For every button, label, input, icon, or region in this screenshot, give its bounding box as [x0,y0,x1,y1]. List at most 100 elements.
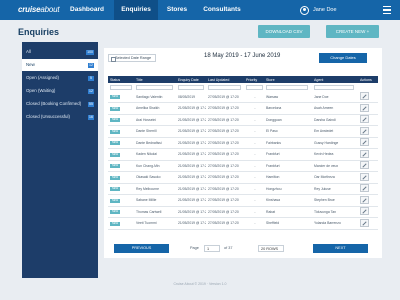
edit-icon[interactable] [360,126,369,135]
sidebar-item-all[interactable]: All 100 [22,46,98,58]
edit-icon[interactable] [360,115,369,124]
table-row[interactable]: NEW Kaden Nikolai 21/05/2019 @ 17:20 27/05/… [108,148,378,161]
user-avatar-icon [300,5,309,15]
filter-input-status[interactable] [110,84,133,90]
edit-icon[interactable] [360,161,369,170]
next-page-button[interactable]: NEXT [313,244,368,253]
create-new-button[interactable]: CREATE NEW + [326,25,379,38]
plus-icon: + [366,29,370,34]
hamburger-menu-icon[interactable] [383,6,391,14]
footer-text: Cruise About © 2019 · Version 1.0 [173,282,227,286]
edit-icon[interactable] [360,92,369,100]
priority-cell: - [244,206,264,218]
store-cell: Frankfurt [264,148,312,161]
actions-cell [358,183,378,195]
rows-per-page-select[interactable]: 20 ROWS [258,245,284,252]
count-badge: 16 [88,114,94,120]
sidebar-item-open-waiting[interactable]: Open (Waiting) 12 [22,85,98,97]
agent-cell: Yolanda Barrenzo [312,217,358,230]
page-total: of 37 [224,246,233,250]
column-header-store[interactable]: Store [264,76,312,83]
selected-date-range-label: Selected Date Range [108,54,156,62]
brand-logo[interactable]: cruiseabout [18,5,60,14]
top-navigation-bar: cruiseabout Dashboard Enquiries Stores C… [0,0,400,20]
sidebar-item-closed-unsuccessful[interactable]: Closed (Unsuccessful) 16 [22,111,98,123]
store-cell: El Paso [264,125,312,138]
nav-tab-stores[interactable]: Stores [158,0,196,20]
table-row[interactable]: NEW Rey Melbourne 21/05/2019 @ 17:20 27/05/… [108,183,378,195]
filter-input-enquiry-date[interactable] [178,84,204,90]
table-row[interactable]: NEW Kun Chang-Min 21/05/2019 @ 17:20 27/05/… [108,160,378,172]
priority-cell: - [244,137,264,149]
table-row[interactable]: NEW Veeti Tuommi 21/05/2019 @ 17:20 27/05/2… [108,217,378,230]
user-menu[interactable]: Jane Doe [300,0,337,20]
store-cell: Warsaw [264,91,312,103]
enquiry-date-cell: 21/05/2019 @ 17:20 [176,171,206,184]
column-header-enquiry-date[interactable]: Enquiry Date [176,76,206,83]
column-header-last-updated[interactable]: Last Updated [206,76,244,83]
status-cell: NEW [108,217,134,230]
column-header-status[interactable]: Status [108,76,134,83]
page-label: Page [190,246,199,250]
table-row[interactable]: NEW Amelika Shaikh 21/05/2019 @ 17:20 27/05… [108,102,378,115]
priority-cell: - [244,183,264,195]
edit-icon[interactable] [360,103,369,112]
table-row[interactable]: NEW Okasaki Sasuko 21/05/2019 @ 17:20 27/05… [108,171,378,184]
table-row[interactable]: NEW Thomas Cartwell 21/05/2019 @ 17:20 27/0… [108,206,378,218]
sidebar-item-closed-confirmed[interactable]: Closed (Booking Confirmed) 55 [22,98,98,110]
column-header-title[interactable]: Title [134,76,176,83]
status-badge: NEW [110,198,120,203]
actions-cell [358,114,378,126]
status-cell: NEW [108,137,134,149]
count-badge: 55 [88,101,94,107]
download-csv-button[interactable]: DOWNLOAD CSV [258,25,310,38]
column-header-agent[interactable]: Agent [312,76,358,83]
nav-tab-enquiries[interactable]: Enquiries [114,0,158,20]
status-badge: NEW [110,141,120,146]
filter-input-last-updated[interactable] [208,84,242,90]
status-badge: NEW [110,129,120,134]
actions-cell [358,102,378,115]
page-number-input[interactable]: 1 [204,245,220,252]
actions-cell [358,137,378,149]
edit-icon[interactable] [360,172,369,181]
priority-cell: - [244,125,264,138]
filter-input-title[interactable] [136,84,173,90]
status-cell: NEW [108,102,134,115]
edit-icon[interactable] [360,207,369,216]
table-row[interactable]: NEW Arai Hosseini 21/05/2019 @ 17:20 27/05/… [108,114,378,126]
filter-input-store[interactable] [266,84,309,90]
edit-icon[interactable] [360,184,369,193]
enquiry-date-cell: 21/05/2019 @ 17:20 [176,137,206,149]
filter-input-agent[interactable] [314,84,355,90]
sidebar-item-open-assigned[interactable]: Open (Assigned) 5 [22,72,98,84]
table-row[interactable]: NEW Dante Sherrill 21/05/2019 @ 17:20 27/05… [108,125,378,138]
table-row[interactable]: NEW Santiago Valentin 08/05/2019 27/05/2019… [108,91,378,103]
agent-cell: Asah Ameen [312,102,358,115]
nav-tab-dashboard[interactable]: Dashboard [60,0,114,20]
enquiry-date-cell: 21/05/2019 @ 17:20 [176,160,206,172]
previous-page-button[interactable]: PREVIOUS [114,244,169,253]
store-cell: Frankfurt [264,160,312,172]
edit-icon[interactable] [360,138,369,147]
status-badge: NEW [110,175,120,180]
column-header-priority[interactable]: Priority [244,76,264,83]
enquiries-table: Status Title Enquiry Date Last Updated P… [108,76,378,230]
nav-tab-consultants[interactable]: Consultants [196,0,248,20]
agent-cell: Jane Doe [312,91,358,103]
agent-cell: Rey Juluse [312,183,358,195]
edit-icon[interactable] [360,218,369,227]
table-row[interactable]: NEW Sabane Millie 21/05/2019 @ 17:20 27/05/… [108,194,378,207]
table-row[interactable]: NEW Dante Bednafissi 21/05/2019 @ 17:20 27/… [108,137,378,149]
sidebar-item-new[interactable]: New 12 [22,59,98,71]
store-cell: Rabat [264,206,312,218]
edit-icon[interactable] [360,149,369,158]
filter-input-priority[interactable] [246,84,263,90]
last-updated-cell: 27/05/2019 @ 17:20 [206,194,244,207]
filter-row [108,83,378,91]
change-dates-button[interactable]: Change Dates [319,53,367,63]
edit-icon[interactable] [360,195,369,204]
count-badge: 12 [88,88,94,94]
priority-cell: - [244,160,264,172]
status-badge: NEW [110,106,120,111]
